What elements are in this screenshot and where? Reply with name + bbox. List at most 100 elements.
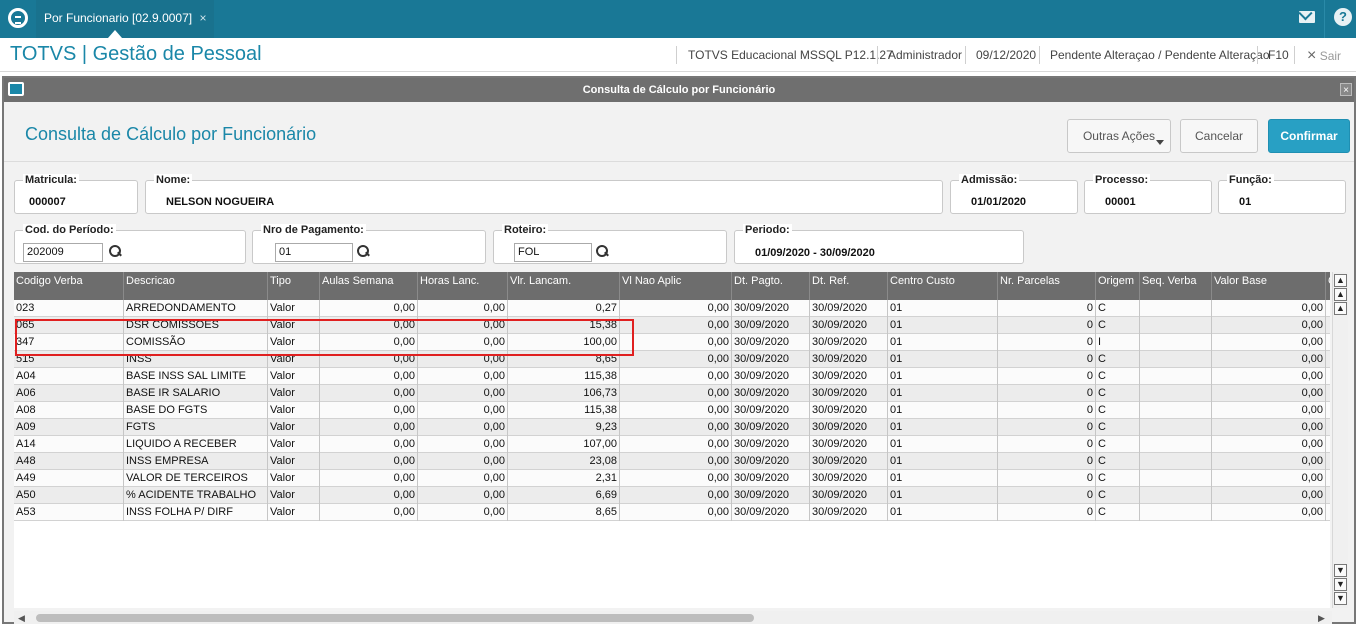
column-header[interactable]: Valor Base	[1212, 272, 1326, 300]
header-divider	[1294, 46, 1295, 64]
table-row[interactable]: A09 FGTS Valor 0,00 0,00 9,23 0,00 30/09/2020 30…	[14, 419, 1330, 436]
date-label[interactable]: 09/12/2020	[976, 48, 1036, 62]
scroll-up-icon[interactable]: ▲	[1334, 302, 1347, 315]
column-header[interactable]: Dt. Pagto.	[732, 272, 810, 300]
scroll-page-up-icon[interactable]: ▲	[1334, 288, 1347, 301]
user-label[interactable]: Administrador	[888, 48, 962, 62]
column-header[interactable]: Aulas Semana	[320, 272, 418, 300]
nro-pagamento-input[interactable]: 01	[275, 243, 353, 262]
table-cell: Valor	[268, 300, 320, 317]
table-cell: Valor	[268, 504, 320, 521]
column-header[interactable]: C	[1326, 272, 1330, 300]
column-header[interactable]: Vlr. Lancam.	[508, 272, 620, 300]
table-row[interactable]: A06 BASE IR SALARIO Valor 0,00 0,00 106,73 0,0…	[14, 385, 1330, 402]
column-header[interactable]: Horas Lanc.	[418, 272, 508, 300]
table-cell: 106,73	[508, 385, 620, 402]
table-row[interactable]: A04 BASE INSS SAL LIMITE Valor 0,00 0,00 115,…	[14, 368, 1330, 385]
table-cell: Valor	[268, 385, 320, 402]
column-header[interactable]: Codigo Verba	[14, 272, 124, 300]
column-header[interactable]: Origem	[1096, 272, 1140, 300]
table-cell: Valor	[268, 334, 320, 351]
table-cell: 065	[14, 317, 124, 334]
table-cell: 01	[888, 385, 998, 402]
roteiro-input[interactable]: FOL	[514, 243, 592, 262]
app-header: TOTVS | Gestão de Pessoal TOTVS Educacio…	[0, 38, 1356, 72]
status-label[interactable]: Pendente Alteraçao / Pendente Alteraçao	[1050, 48, 1270, 62]
table-cell: 30/09/2020	[810, 470, 888, 487]
table-row[interactable]: A50% ACIDENTE TRABALHO Valor 0,00 0,00 6,69 0…	[14, 487, 1330, 504]
magnifier-icon[interactable]	[596, 245, 609, 258]
cancel-button[interactable]: Cancelar	[1180, 119, 1258, 153]
table-cell: 0,00	[418, 487, 508, 504]
table-row[interactable]: A48 INSS EMPRESA Valor 0,00 0,00 23,08 0,00 30/…	[14, 453, 1330, 470]
table-cell: 30/09/2020	[732, 385, 810, 402]
tab-close-icon[interactable]: ×	[199, 11, 206, 25]
magnifier-icon[interactable]	[357, 245, 370, 258]
form-header: Consulta de Cálculo por Funcionário Outr…	[4, 102, 1354, 162]
table-row[interactable]: A53 INSS FOLHA P/ DIRF Valor 0,00 0,00 8,65 0,…	[14, 504, 1330, 521]
table-cell: 30/09/2020	[732, 419, 810, 436]
horizontal-scrollbar[interactable]: ◀ ▶	[14, 611, 1332, 624]
window-icon[interactable]	[8, 82, 24, 96]
column-header[interactable]: Nr. Parcelas	[998, 272, 1096, 300]
column-header[interactable]: Vl Nao Aplic	[620, 272, 732, 300]
table-row[interactable]: 347 COMISSÃO Valor 0,00 0,00 100,00 0,00 30/09/…	[14, 334, 1330, 351]
scroll-down-icon[interactable]: ▼	[1334, 564, 1347, 577]
scroll-page-down-icon[interactable]: ▼	[1334, 578, 1347, 591]
table-row[interactable]: A14 LIQUIDO A RECEBER Valor 0,00 0,00 107,00 0…	[14, 436, 1330, 453]
magnifier-icon[interactable]	[109, 245, 122, 258]
table-cell: 30/09/2020	[810, 419, 888, 436]
column-header[interactable]: Seq. Verba	[1140, 272, 1212, 300]
window-close-button[interactable]: ×	[1340, 83, 1352, 96]
table-cell: COMISSÃO	[124, 334, 268, 351]
table-cell	[1140, 368, 1212, 385]
scroll-top-icon[interactable]: ▲	[1334, 274, 1347, 287]
table-row[interactable]: 515 INSS Valor 0,00 0,00 8,65 0,00 30/09/2020 30…	[14, 351, 1330, 368]
scroll-right-icon[interactable]: ▶	[1318, 613, 1325, 624]
table-cell: 30/09/2020	[810, 436, 888, 453]
header-divider	[965, 46, 966, 64]
table-cell: 0,00	[1212, 300, 1326, 317]
table-row[interactable]: A08 BASE DO FGTS Valor 0,00 0,00 115,38 0,00 30…	[14, 402, 1330, 419]
table-cell: 0	[998, 351, 1096, 368]
table-cell: 0,27	[508, 300, 620, 317]
table-cell: 0,00	[418, 385, 508, 402]
table-cell: A04	[14, 368, 124, 385]
matricula-field: Matricula: 000007	[14, 174, 138, 214]
column-header[interactable]: Centro Custo	[888, 272, 998, 300]
table-cell: 0,00	[320, 300, 418, 317]
totvs-logo-icon[interactable]	[8, 8, 28, 28]
cod-periodo-input[interactable]: 202009	[23, 243, 103, 262]
table-cell: 0,00	[320, 351, 418, 368]
table-cell: 0,00	[418, 402, 508, 419]
table-cell: C	[1096, 385, 1140, 402]
scroll-left-icon[interactable]: ◀	[18, 613, 25, 624]
table-cell: 30/09/2020	[810, 317, 888, 334]
table-cell: 23,08	[508, 453, 620, 470]
table-cell: 0,00	[1212, 487, 1326, 504]
confirm-button[interactable]: Confirmar	[1268, 119, 1350, 153]
table-cell: 100,00	[508, 334, 620, 351]
table-row[interactable]: A49 VALOR DE TERCEIROS Valor 0,00 0,00 2,31 0,…	[14, 470, 1330, 487]
column-header[interactable]: Dt. Ref.	[810, 272, 888, 300]
admissao-field: Admissão: 01/01/2020	[950, 174, 1078, 214]
table-row[interactable]: 023 ARREDONDAMENTO Valor 0,00 0,00 0,27 0,00 30…	[14, 300, 1330, 317]
tab-por-funcionario[interactable]: Por Funcionario [02.9.0007] ×	[36, 0, 215, 38]
table-cell: 0,00	[320, 334, 418, 351]
horizontal-scroll-thumb[interactable]	[36, 614, 754, 622]
table-cell: 0	[998, 453, 1096, 470]
table-cell: Valor	[268, 351, 320, 368]
verbas-grid[interactable]: Codigo Verba Descricao Tipo Aulas Semana Hor…	[14, 272, 1330, 608]
shortcut-label[interactable]: F10	[1268, 48, 1289, 62]
nome-label: Nome:	[154, 174, 193, 186]
column-header[interactable]: Tipo	[268, 272, 320, 300]
scroll-bottom-icon[interactable]: ▼	[1334, 592, 1347, 605]
table-row[interactable]: 065 DSR COMISSOES Valor 0,00 0,00 15,38 0,00 30…	[14, 317, 1330, 334]
vertical-scrollbar[interactable]: ▲ ▲ ▲ ▼ ▼ ▼	[1332, 272, 1348, 608]
other-actions-button[interactable]: Outras Ações	[1067, 119, 1171, 153]
help-icon[interactable]: ?	[1334, 8, 1352, 26]
table-cell: 0,00	[418, 317, 508, 334]
column-header[interactable]: Descricao	[124, 272, 268, 300]
mail-icon[interactable]	[1299, 11, 1315, 23]
exit-button[interactable]: × Sair	[1307, 47, 1341, 65]
